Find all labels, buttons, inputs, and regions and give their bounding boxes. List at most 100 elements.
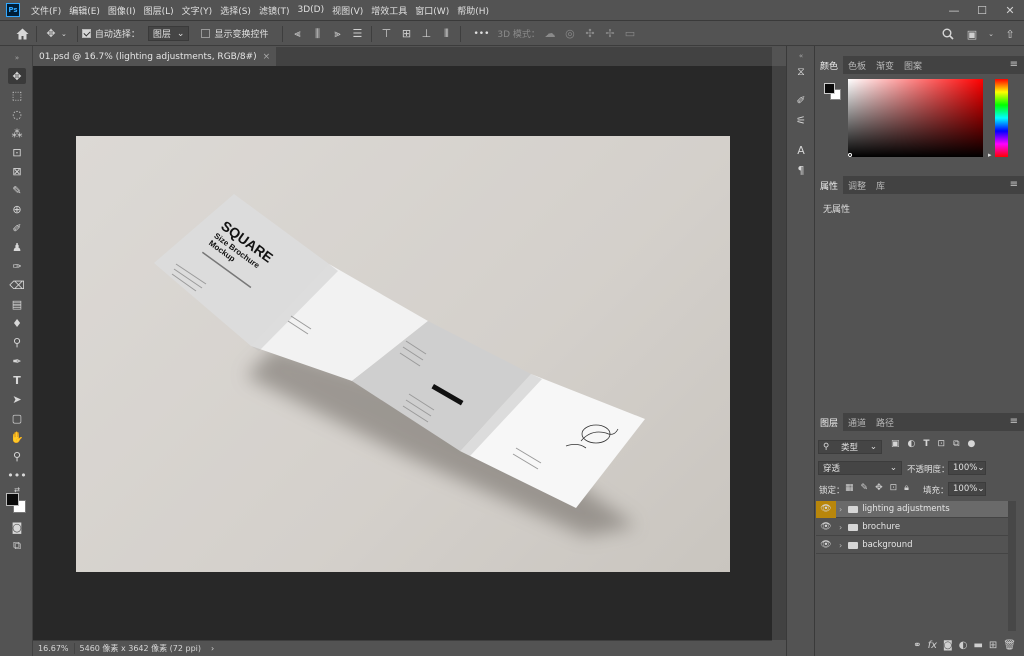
chevron-down-icon[interactable]: ⌄ — [977, 463, 984, 473]
rectangle-tool-icon[interactable]: ▢ — [8, 410, 26, 426]
panel-menu-icon[interactable]: ≡ — [1010, 59, 1018, 70]
lock-position-icon[interactable]: ✥ — [875, 483, 883, 493]
show-transform-checkbox[interactable] — [201, 29, 211, 38]
history-brush-tool-icon[interactable]: ✑ — [8, 258, 26, 274]
3d-pan-icon[interactable]: ✣ — [580, 24, 600, 44]
fill-field[interactable]: 100% ⌄ — [948, 482, 986, 496]
tab-swatches[interactable]: 色板 — [843, 56, 871, 74]
mask-icon[interactable]: ◙ — [943, 640, 953, 651]
auto-select-dropdown[interactable]: 图层 ⌄ — [147, 26, 190, 41]
pixel-filter-icon[interactable]: ▣ — [891, 439, 900, 449]
layer-row-brochure[interactable]: 👁︎ › brochure — [816, 519, 1008, 536]
lock-pixels-icon[interactable]: ✎ — [861, 483, 869, 493]
more-options-button[interactable]: ••• — [473, 29, 489, 39]
panel-menu-icon[interactable]: ≡ — [1010, 179, 1018, 190]
panel-menu-icon[interactable]: ≡ — [1010, 416, 1018, 427]
menu-window[interactable]: 窗口(W) — [411, 4, 453, 17]
tab-paths[interactable]: 路径 — [871, 413, 899, 431]
minimize-button[interactable]: — — [940, 0, 968, 21]
eye-icon[interactable]: 👁︎ — [816, 500, 836, 518]
menu-help[interactable]: 帮助(H) — [453, 4, 493, 17]
adjustment-icon[interactable]: ◐ — [959, 640, 968, 651]
healing-brush-tool-icon[interactable]: ⊕ — [8, 201, 26, 217]
tab-patterns[interactable]: 图案 — [899, 56, 927, 74]
path-selection-tool-icon[interactable]: ➤ — [8, 391, 26, 407]
hue-slider[interactable] — [995, 79, 1008, 157]
type-tool-icon[interactable]: T — [8, 372, 26, 388]
close-button[interactable]: ✕ — [996, 0, 1024, 21]
lock-all-icon[interactable]: 🔒︎ — [904, 483, 909, 493]
lasso-tool-icon[interactable]: ◌ — [8, 106, 26, 122]
chevron-right-icon[interactable]: › — [839, 505, 842, 514]
maximize-button[interactable]: ☐ — [968, 0, 996, 21]
dodge-tool-icon[interactable]: ⚲ — [8, 334, 26, 350]
auto-select-checkbox[interactable] — [81, 29, 91, 38]
group-icon[interactable]: ▬ — [973, 640, 982, 651]
eyedropper-tool-icon[interactable]: ✎ — [8, 182, 26, 198]
menu-plugins[interactable]: 增效工具 — [367, 4, 411, 17]
trash-icon[interactable]: 🗑︎ — [1003, 640, 1016, 651]
move-tool-icon[interactable]: ✥ — [8, 68, 26, 84]
gradient-tool-icon[interactable]: ▤ — [8, 296, 26, 312]
magic-wand-tool-icon[interactable]: ⁂ — [8, 125, 26, 141]
3d-slide-icon[interactable]: ✢ — [600, 24, 620, 44]
3d-scale-icon[interactable]: ▭ — [620, 24, 640, 44]
crop-tool-icon[interactable]: ⊡ — [8, 144, 26, 160]
tab-channels[interactable]: 通道 — [843, 413, 871, 431]
search-icon[interactable] — [938, 24, 958, 44]
screen-mode-icon[interactable]: ⧉ — [8, 538, 26, 554]
3d-roll-icon[interactable]: ◎ — [560, 24, 580, 44]
adjustments-icon[interactable]: ⚟ — [793, 112, 809, 128]
home-icon[interactable] — [12, 24, 32, 44]
tab-adjustments[interactable]: 调整 — [843, 176, 871, 194]
distribute-icon[interactable]: ☰ — [347, 24, 367, 44]
document-tab[interactable]: 01.psd @ 16.7% (lighting adjustments, RG… — [33, 47, 277, 66]
menu-filter[interactable]: 滤镜(T) — [255, 4, 294, 17]
eye-icon[interactable]: 👁︎ — [816, 519, 836, 536]
tab-layers[interactable]: 图层 — [815, 413, 844, 431]
align-top-icon[interactable]: ⊤ — [376, 24, 396, 44]
opacity-field[interactable]: 100% ⌄ — [948, 461, 986, 475]
lock-artboard-icon[interactable]: ⊡ — [890, 483, 898, 493]
brush-settings-icon[interactable]: ✐ — [793, 92, 809, 108]
chevron-down-icon[interactable]: ⌄ — [977, 484, 984, 494]
workspace-icon[interactable]: ▣ — [962, 24, 982, 44]
close-tab-icon[interactable]: × — [263, 52, 271, 62]
smart-object-filter-icon[interactable]: ⧉ — [953, 439, 959, 449]
frame-tool-icon[interactable]: ⊠ — [8, 163, 26, 179]
chevron-right-icon[interactable]: › — [839, 541, 842, 550]
distribute-vertical-icon[interactable]: ⦀ — [436, 24, 456, 44]
blend-mode-dropdown[interactable]: 穿透 ⌄ — [818, 461, 902, 475]
more-tools-icon[interactable]: ••• — [7, 467, 26, 483]
zoom-level[interactable]: 16.67% — [33, 644, 74, 653]
blur-tool-icon[interactable]: ♦ — [8, 315, 26, 331]
zoom-tool-icon[interactable]: ⚲ — [8, 448, 26, 464]
chevron-down-icon[interactable]: ⌄ — [986, 24, 996, 44]
chevron-down-icon[interactable]: ⌄ — [61, 30, 67, 38]
document-canvas[interactable]: SQUARE Size Brochure Mockup — [76, 136, 730, 572]
collapse-icon[interactable]: « — [793, 48, 809, 64]
shape-filter-icon[interactable]: ⊡ — [938, 439, 946, 449]
pen-tool-icon[interactable]: ✒ — [8, 353, 26, 369]
move-tool-icon[interactable]: ✥ — [41, 24, 61, 44]
foreground-color-swatch[interactable] — [6, 493, 19, 506]
align-hcenter-icon[interactable]: ⫼ — [307, 24, 327, 44]
quick-mask-icon[interactable]: ◙ — [8, 519, 26, 535]
layers-scrollbar[interactable] — [1008, 501, 1016, 631]
menu-file[interactable]: 文件(F) — [27, 4, 65, 17]
layer-row-lighting-adjustments[interactable]: 👁︎ › lighting adjustments — [816, 500, 1008, 518]
adjustment-filter-icon[interactable]: ◐ — [908, 439, 916, 449]
menu-3d[interactable]: 3D(D) — [293, 5, 328, 15]
color-picker-cursor[interactable] — [848, 153, 852, 157]
menu-image[interactable]: 图像(I) — [104, 4, 140, 17]
layer-row-background[interactable]: 👁︎ › background — [816, 537, 1008, 554]
clone-stamp-tool-icon[interactable]: ♟ — [8, 239, 26, 255]
canvas-area[interactable]: SQUARE Size Brochure Mockup — [33, 66, 772, 640]
menu-layer[interactable]: 图层(L) — [140, 4, 178, 17]
menu-select[interactable]: 选择(S) — [216, 4, 255, 17]
chevron-right-icon[interactable]: › — [839, 523, 842, 532]
share-icon[interactable]: ⇧ — [1000, 24, 1020, 44]
tab-properties[interactable]: 属性 — [815, 176, 844, 194]
menu-view[interactable]: 视图(V) — [328, 4, 367, 17]
filter-toggle-icon[interactable]: ● — [968, 439, 976, 449]
